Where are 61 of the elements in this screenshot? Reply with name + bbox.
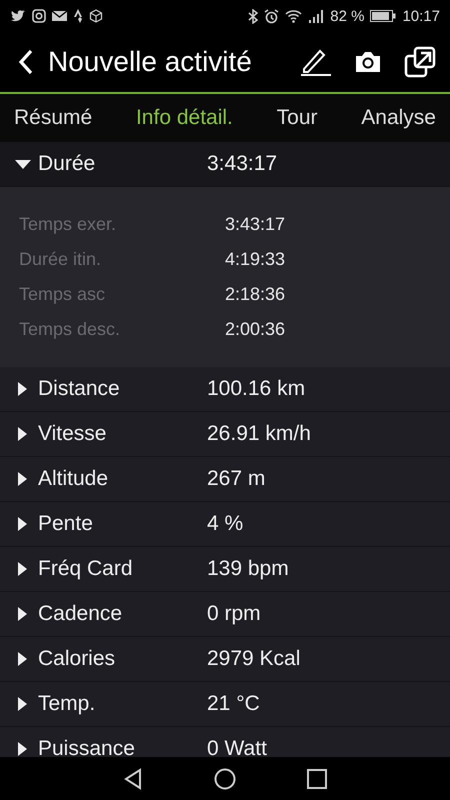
peaks-icon — [73, 9, 83, 23]
row-value: 3:43:17 — [207, 152, 278, 176]
row-value: 267 m — [207, 467, 266, 491]
row-label: Vitesse — [38, 422, 108, 446]
back-icon[interactable] — [18, 49, 34, 75]
wifi-icon — [285, 9, 302, 23]
expandable-row[interactable]: Cadence 0 rpm — [0, 592, 450, 637]
row-value: 2979 Kcal — [207, 647, 300, 671]
back-nav-icon[interactable] — [122, 768, 144, 790]
expandable-row[interactable]: Durée 3:43:17 — [0, 142, 450, 187]
detail-value: 2:18:36 — [225, 284, 286, 305]
row-value: 0 Watt — [207, 737, 267, 757]
row-label: Calories — [38, 647, 116, 671]
expandable-row[interactable]: Pente 4 % — [0, 502, 450, 547]
tab[interactable]: Tour — [276, 106, 318, 130]
tab[interactable]: Résumé — [14, 106, 92, 130]
row-value: 0 rpm — [207, 602, 261, 626]
expandable-row[interactable]: Fréq Card 139 bpm — [0, 547, 450, 592]
detail-label: Temps desc. — [19, 319, 122, 340]
row-label: Pente — [38, 512, 94, 536]
cube-icon — [89, 9, 103, 23]
alarm-icon — [264, 8, 280, 24]
row-label: Puissance — [38, 737, 136, 757]
row-label: Distance — [38, 377, 121, 401]
camera-outline-icon — [32, 9, 46, 23]
row-value: 139 bpm — [207, 557, 289, 581]
row-value: 26.91 km/h — [207, 422, 311, 446]
camera-icon[interactable] — [354, 50, 382, 74]
expandable-row[interactable]: Distance 100.16 km — [0, 367, 450, 412]
home-nav-icon[interactable] — [214, 768, 236, 790]
detail-value: 2:00:36 — [225, 319, 286, 340]
share-icon[interactable] — [404, 46, 436, 78]
detail-label: Temps asc — [19, 284, 106, 305]
bird-icon — [10, 9, 26, 23]
clock-time: 10:17 — [402, 8, 440, 24]
expandable-row[interactable]: Vitesse 26.91 km/h — [0, 412, 450, 457]
mail-icon — [52, 10, 67, 22]
pencil-icon[interactable] — [300, 47, 332, 77]
row-label: Fréq Card — [38, 557, 134, 581]
bluetooth-icon — [248, 8, 258, 24]
screen-title: Nouvelle activité — [48, 46, 253, 78]
battery-icon — [370, 10, 396, 22]
row-label: Temp. — [38, 692, 96, 716]
row-value: 4 % — [207, 512, 244, 536]
detail-value: 4:19:33 — [225, 249, 286, 270]
detail-label: Temps exer. — [19, 214, 118, 235]
detail-label: Durée itin. — [19, 249, 102, 270]
tab[interactable]: Analyse — [361, 106, 436, 130]
recents-nav-icon[interactable] — [306, 768, 328, 790]
expandable-row[interactable]: Temp. 21 °C — [0, 682, 450, 727]
tab[interactable]: Info détail. — [136, 106, 233, 130]
expandable-row[interactable]: Altitude 267 m — [0, 457, 450, 502]
signal-icon — [308, 9, 324, 23]
row-label: Altitude — [38, 467, 110, 491]
row-label: Cadence — [38, 602, 124, 626]
detail-value: 3:43:17 — [225, 214, 286, 235]
row-value: 21 °C — [207, 692, 260, 716]
battery-percent: 82 % — [330, 8, 364, 24]
expandable-row[interactable]: Calories 2979 Kcal — [0, 637, 450, 682]
row-value: 100.16 km — [207, 377, 306, 401]
row-label: Durée — [38, 152, 96, 176]
